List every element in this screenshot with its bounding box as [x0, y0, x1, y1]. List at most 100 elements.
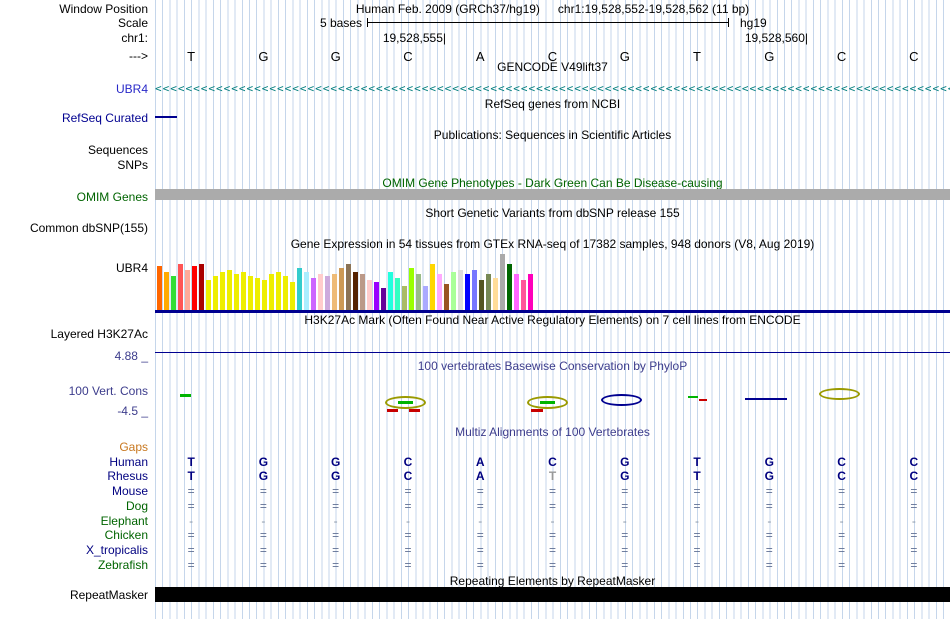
- multiz-row-label[interactable]: Chicken: [0, 528, 148, 542]
- h3k27ac-track-title[interactable]: H3K27Ac Mark (Often Found Near Active Re…: [155, 313, 950, 327]
- gtex-bar[interactable]: [528, 274, 533, 310]
- gtex-bar[interactable]: [409, 268, 414, 310]
- gencode-gene-label[interactable]: UBR4: [0, 82, 148, 96]
- omim-genes-bar[interactable]: [155, 189, 950, 200]
- gencode-track-title[interactable]: GENCODE V49lift37: [155, 60, 950, 74]
- gtex-bar[interactable]: [486, 274, 491, 310]
- multiz-row-elephant[interactable]: Elephant - - - - - - - - - - -: [0, 514, 950, 528]
- multiz-row-label[interactable]: Dog: [0, 499, 148, 513]
- gtex-bar[interactable]: [199, 264, 204, 310]
- gtex-bar[interactable]: [206, 280, 211, 310]
- gtex-bar[interactable]: [465, 274, 470, 310]
- multiz-row-mouse[interactable]: Mouse = = = = = = = = = = =: [0, 484, 950, 498]
- gtex-bar[interactable]: [437, 274, 442, 310]
- dbsnp-track-title[interactable]: Short Genetic Variants from dbSNP releas…: [155, 206, 950, 220]
- gtex-bar[interactable]: [472, 270, 477, 310]
- multiz-row-label[interactable]: X_tropicalis: [0, 543, 148, 557]
- gtex-bar[interactable]: [381, 288, 386, 310]
- gtex-bar[interactable]: [192, 266, 197, 310]
- gtex-bar[interactable]: [234, 274, 239, 310]
- multiz-row-x_tropicalis[interactable]: X_tropicalis = = = = = = = = = = =: [0, 543, 950, 557]
- gtex-bar[interactable]: [339, 268, 344, 310]
- h3k27ac-label[interactable]: Layered H3K27Ac: [0, 327, 148, 341]
- gtex-bar[interactable]: [283, 276, 288, 310]
- refseq-track-title[interactable]: RefSeq genes from NCBI: [155, 97, 950, 111]
- gtex-bar[interactable]: [255, 278, 260, 310]
- gtex-bar[interactable]: [507, 264, 512, 310]
- gtex-bar[interactable]: [500, 254, 505, 310]
- gtex-bar[interactable]: [290, 282, 295, 310]
- gtex-bar[interactable]: [444, 284, 449, 310]
- gtex-bar[interactable]: [493, 278, 498, 310]
- sequences-label[interactable]: Sequences: [0, 143, 148, 157]
- gtex-bar[interactable]: [311, 278, 316, 310]
- gtex-bar[interactable]: [304, 272, 309, 310]
- phylop-cons-label[interactable]: 100 Vert. Cons: [0, 384, 148, 398]
- repeatmasker-track-title[interactable]: Repeating Elements by RepeatMasker: [155, 574, 950, 588]
- gtex-bar[interactable]: [430, 264, 435, 310]
- gtex-bar[interactable]: [521, 280, 526, 310]
- repeatmasker-label[interactable]: RepeatMasker: [0, 588, 148, 602]
- multiz-row-label[interactable]: Rhesus: [0, 469, 148, 483]
- gtex-bar[interactable]: [353, 272, 358, 310]
- phylop-track-title[interactable]: 100 vertebrates Basewise Conservation by…: [155, 359, 950, 373]
- gtex-bar[interactable]: [213, 276, 218, 310]
- gtex-bar[interactable]: [332, 274, 337, 310]
- multiz-row-gaps[interactable]: Gaps: [0, 440, 950, 454]
- gtex-bar[interactable]: [451, 272, 456, 310]
- refseq-curated-label[interactable]: RefSeq Curated: [0, 111, 148, 125]
- snps-label[interactable]: SNPs: [0, 158, 148, 172]
- gtex-bar[interactable]: [297, 268, 302, 310]
- multiz-row-label[interactable]: Elephant: [0, 514, 148, 528]
- multiz-row-dog[interactable]: Dog = = = = = = = = = = =: [0, 499, 950, 513]
- gtex-bar[interactable]: [276, 272, 281, 310]
- gtex-track-title[interactable]: Gene Expression in 54 tissues from GTEx …: [155, 237, 950, 251]
- gtex-bar[interactable]: [416, 274, 421, 310]
- gtex-bar[interactable]: [157, 266, 162, 310]
- gtex-bar[interactable]: [458, 270, 463, 310]
- gtex-bar[interactable]: [360, 274, 365, 310]
- gtex-bar[interactable]: [164, 272, 169, 310]
- gtex-bar[interactable]: [479, 280, 484, 310]
- multiz-row-rhesus[interactable]: Rhesus T G G C A T G T G C C: [0, 469, 950, 483]
- gtex-bar[interactable]: [395, 278, 400, 310]
- scale-bar: [367, 18, 729, 27]
- genome-browser-image: Window Position Human Feb. 2009 (GRCh37/…: [0, 0, 950, 619]
- gtex-bar[interactable]: [241, 272, 246, 310]
- omim-track-title[interactable]: OMIM Gene Phenotypes - Dark Green Can Be…: [155, 176, 950, 190]
- multiz-row-label[interactable]: Zebrafish: [0, 558, 148, 572]
- gtex-bar[interactable]: [227, 270, 232, 310]
- multiz-track-title[interactable]: Multiz Alignments of 100 Vertebrates: [155, 425, 950, 439]
- publications-track-title[interactable]: Publications: Sequences in Scientific Ar…: [155, 128, 950, 142]
- gtex-bar[interactable]: [374, 282, 379, 310]
- gtex-bar[interactable]: [178, 264, 183, 310]
- multiz-row-label[interactable]: Mouse: [0, 484, 148, 498]
- refseq-curated-track: [155, 111, 950, 123]
- multiz-row-zebrafish[interactable]: Zebrafish = = = = = = = = = = =: [0, 558, 950, 572]
- gtex-bar[interactable]: [514, 274, 519, 310]
- gtex-bar[interactable]: [423, 286, 428, 310]
- refseq-curated-item[interactable]: [155, 116, 177, 118]
- gtex-bar[interactable]: [402, 286, 407, 310]
- multiz-row-label[interactable]: Human: [0, 455, 148, 469]
- multiz-row-label[interactable]: Gaps: [0, 440, 148, 454]
- gtex-bar[interactable]: [346, 264, 351, 310]
- gencode-gene-arrows[interactable]: <<<<<<<<<<<<<<<<<<<<<<<<<<<<<<<<<<<<<<<<…: [155, 82, 950, 95]
- gtex-bar[interactable]: [388, 272, 393, 310]
- gtex-bar[interactable]: [269, 274, 274, 310]
- gtex-bar[interactable]: [171, 276, 176, 310]
- gtex-bar[interactable]: [262, 280, 267, 310]
- gtex-gene-label[interactable]: UBR4: [0, 261, 148, 275]
- repeatmasker-bar[interactable]: [155, 587, 950, 602]
- multiz-row-chicken[interactable]: Chicken = = = = = = = = = = =: [0, 528, 950, 542]
- gtex-bar[interactable]: [220, 272, 225, 310]
- gtex-bar[interactable]: [248, 276, 253, 310]
- gtex-bar[interactable]: [185, 270, 190, 310]
- gtex-bar[interactable]: [367, 280, 372, 310]
- omim-genes-label[interactable]: OMIM Genes: [0, 190, 148, 204]
- gtex-bar[interactable]: [318, 274, 323, 310]
- dbsnp-title-row: Short Genetic Variants from dbSNP releas…: [0, 206, 950, 220]
- gtex-bar[interactable]: [325, 276, 330, 310]
- dbsnp-label[interactable]: Common dbSNP(155): [0, 221, 148, 235]
- multiz-row-human[interactable]: Human T G G C A C G T G C C: [0, 455, 950, 469]
